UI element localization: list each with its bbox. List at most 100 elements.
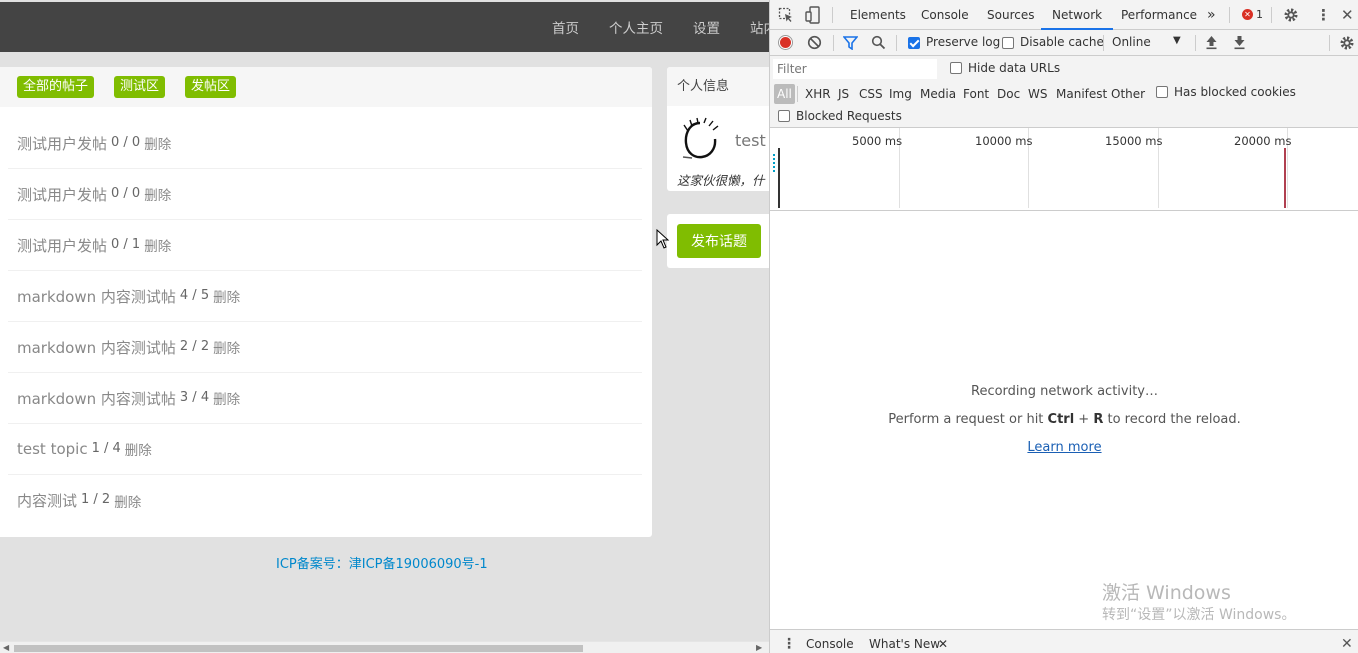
topic-title-link[interactable]: markdown 内容测试帖 [17,286,176,307]
delete-topic-link[interactable]: 删除 [144,235,171,255]
device-toolbar-icon[interactable] [805,6,821,24]
tab-network[interactable]: Network [1041,0,1114,30]
hide-data-urls-label[interactable]: Hide data URLs [968,61,1060,75]
inspect-element-icon[interactable] [778,7,794,23]
tab-performance[interactable]: Performance [1121,0,1197,30]
nav-settings-link[interactable]: 设置 [693,17,720,37]
disable-cache-label[interactable]: Disable cache [1020,35,1104,49]
learn-more-link-text[interactable]: Learn more [1027,440,1101,455]
topic-reply-count: 0 / 0 [111,185,141,201]
delete-topic-link[interactable]: 删除 [213,286,240,306]
website-viewport: 首页 个人主页 设置 站内 全部的帖子 测试区 发帖区 测试用户发帖 0 / 0… [0,0,769,653]
record-button[interactable] [778,35,793,50]
timeline-tick-label: 5000 ms [852,134,903,148]
timeline-tick-label: 10000 ms [975,134,1033,148]
more-options-icon[interactable]: ⋮ [1316,0,1331,30]
filter-icon[interactable] [843,36,858,50]
topic-title-link[interactable]: markdown 内容测试帖 [17,337,176,358]
close-devtools-icon[interactable]: ✕ [1341,0,1354,30]
tab-post-area[interactable]: 发帖区 [185,76,237,98]
clear-icon[interactable] [807,35,822,50]
hint-plus: + [1074,412,1094,427]
topic-title-link[interactable]: 测试用户发帖 [17,184,107,205]
toolbar-divider [1229,7,1230,23]
delete-topic-link[interactable]: 删除 [213,337,240,357]
windows-activation-watermark-title: 激活 Windows [1102,582,1231,604]
type-filter-css[interactable]: CSS [856,84,886,104]
type-filter-manifest[interactable]: Manifest [1053,84,1110,104]
throttling-select[interactable]: Online [1112,35,1151,49]
scroll-thumb[interactable] [14,645,583,652]
topic-title-link[interactable]: test topic [17,440,88,458]
more-tabs-chevron-icon[interactable]: » [1207,0,1216,30]
topic-reply-count: 1 / 4 [91,440,121,456]
error-icon[interactable]: ✕ [1242,9,1253,20]
hide-data-urls-checkbox[interactable] [950,62,962,74]
type-filter-img[interactable]: Img [886,84,915,104]
filter-input[interactable] [773,59,937,79]
close-drawer-icon[interactable]: ✕ [1341,630,1353,653]
tab-sources[interactable]: Sources [987,0,1034,30]
create-topic-button[interactable]: 发布话题 [677,224,761,258]
type-filter-media[interactable]: Media [917,84,959,104]
has-blocked-cookies-label[interactable]: Has blocked cookies [1174,85,1296,99]
delete-topic-link[interactable]: 删除 [144,184,171,204]
chevron-down-icon[interactable]: ▼ [1173,35,1181,46]
topic-title-link[interactable]: 内容测试 [17,490,77,511]
type-filter-other[interactable]: Other [1108,84,1148,104]
type-filter-xhr[interactable]: XHR [802,84,834,104]
footer-icp-link[interactable]: ICP备案号：津ICP备19006090号-1 [276,553,488,572]
topic-row: 测试用户发帖 0 / 0 删除 [8,169,642,220]
type-filter-all[interactable]: All [774,84,795,104]
scroll-right-icon[interactable]: ▶ [756,643,762,652]
nav-messages-link[interactable]: 站内 [750,17,769,37]
toolbar-divider [1329,35,1330,51]
network-overview-timeline[interactable]: 5000 ms 10000 ms 15000 ms 20000 ms [770,128,1358,211]
tab-elements[interactable]: Elements [850,0,906,30]
preserve-log-checkbox[interactable] [908,37,920,49]
delete-topic-link[interactable]: 删除 [213,388,240,408]
blocked-requests-checkbox[interactable] [778,110,790,122]
topic-row: test topic 1 / 4 删除 [8,424,642,475]
network-settings-gear-icon[interactable] [1339,35,1355,51]
close-tab-icon[interactable]: ✕ [938,630,948,653]
scroll-left-icon[interactable]: ◀ [3,643,9,652]
delete-topic-link[interactable]: 删除 [114,491,141,511]
export-har-icon[interactable] [1233,35,1246,50]
nav-home-link[interactable]: 首页 [552,17,579,37]
profile-username[interactable]: test [735,131,766,150]
topic-title-link[interactable]: 测试用户发帖 [17,133,107,154]
delete-topic-link[interactable]: 删除 [144,133,171,153]
type-filter-ws[interactable]: WS [1025,84,1050,104]
topic-title-link[interactable]: markdown 内容测试帖 [17,388,176,409]
type-filter-doc[interactable]: Doc [994,84,1023,104]
gear-icon[interactable] [1283,7,1299,23]
drawer-tab-whats-new[interactable]: What's New [869,630,940,653]
hint-key-ctrl: Ctrl [1047,412,1075,427]
has-blocked-cookies-checkbox[interactable] [1156,86,1168,98]
devtools-panel: Elements Console Sources Network Perform… [769,0,1358,653]
timeline-request-marks [773,154,777,172]
error-count[interactable]: 1 [1256,0,1263,30]
horizontal-scrollbar[interactable]: ◀ ▶ [0,641,769,653]
tab-console[interactable]: Console [921,0,969,30]
topic-row: markdown 内容测试帖 2 / 2 删除 [8,322,642,373]
site-nav: 首页 个人主页 设置 站内 [552,2,769,52]
drawer-menu-icon[interactable]: ⋮ [782,630,796,653]
avatar[interactable] [680,117,720,163]
search-icon[interactable] [871,35,886,50]
type-filter-js[interactable]: JS [835,84,852,104]
delete-topic-link[interactable]: 删除 [125,439,152,459]
tab-all-posts[interactable]: 全部的帖子 [17,76,95,98]
preserve-log-label[interactable]: Preserve log [926,35,1000,49]
import-har-icon[interactable] [1205,35,1218,50]
drawer-tab-console[interactable]: Console [806,630,854,653]
blocked-requests-label[interactable]: Blocked Requests [796,109,902,123]
nav-profile-link[interactable]: 个人主页 [609,17,663,37]
topic-title-link[interactable]: 测试用户发帖 [17,235,107,256]
disable-cache-checkbox[interactable] [1002,37,1014,49]
create-topic-panel: 发布话题 [667,214,769,268]
recording-status-text: Recording network activity… [971,384,1158,399]
tab-test-area[interactable]: 测试区 [114,76,166,98]
type-filter-font[interactable]: Font [960,84,992,104]
